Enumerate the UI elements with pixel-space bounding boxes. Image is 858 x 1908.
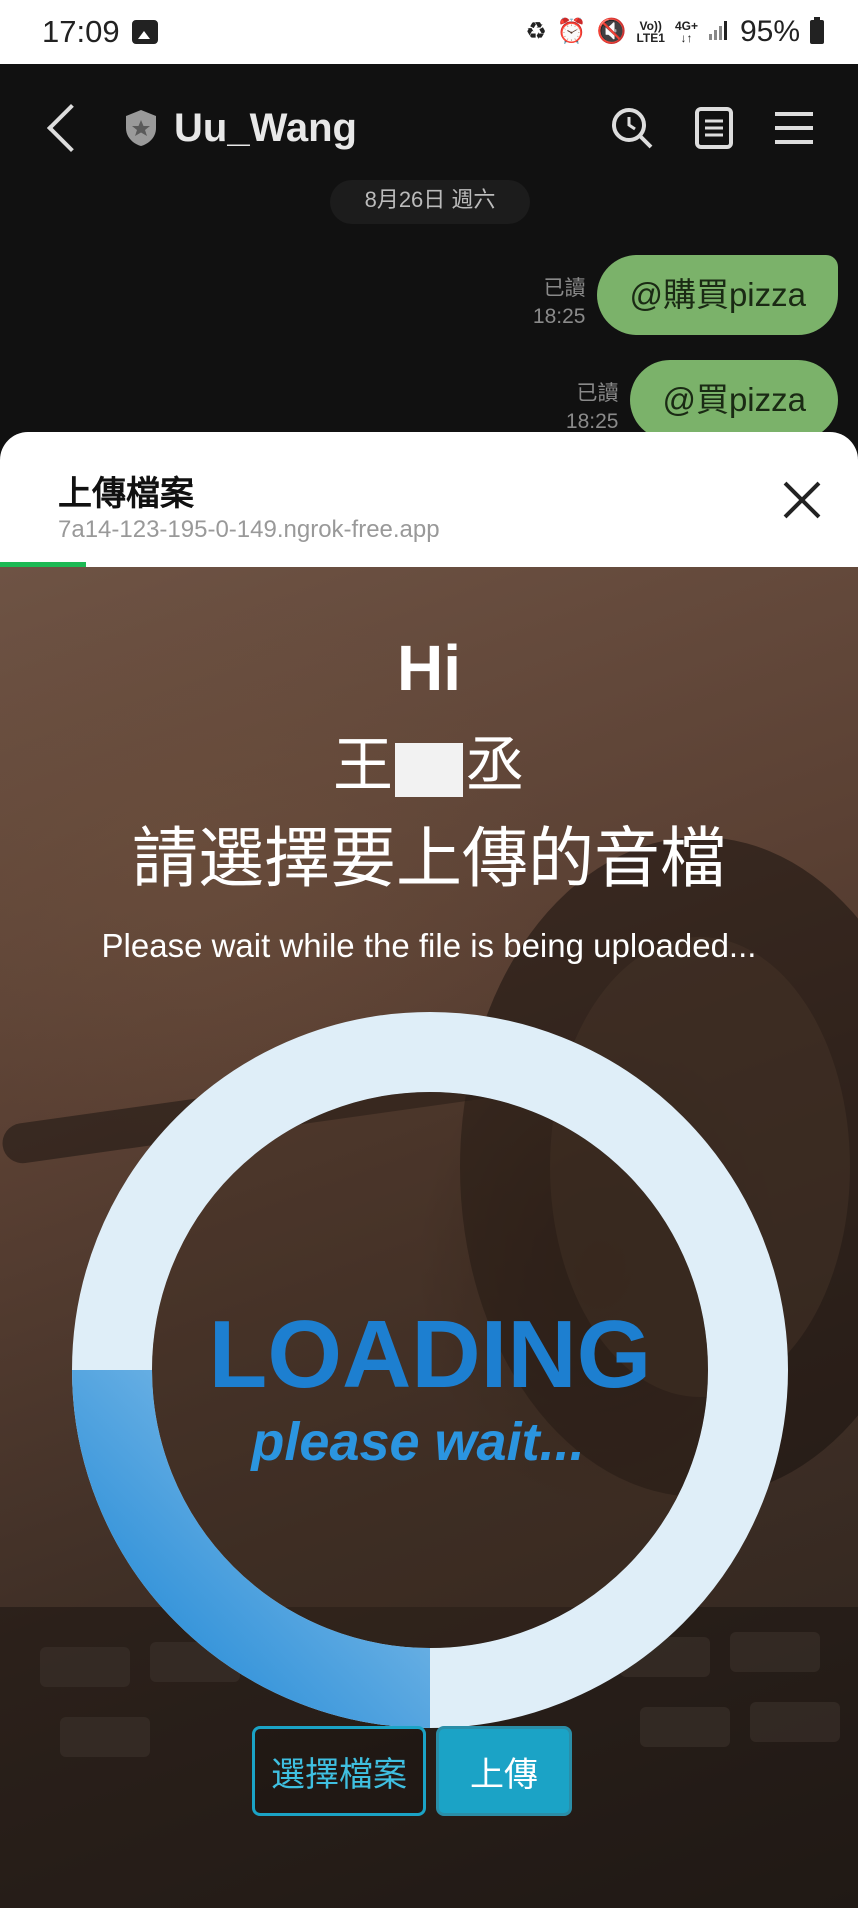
alarm-icon: ⏰ (556, 18, 587, 45)
chat-message: 已讀 18:25 @買pizza (566, 360, 838, 440)
sheet-url: 7a14-123-195-0-149.ngrok-free.app (58, 516, 440, 543)
signal-icon (708, 19, 730, 46)
notes-icon[interactable] (694, 106, 734, 150)
upload-actions: 選擇檔案 上傳 (252, 1726, 572, 1816)
battery-percent: 95% (739, 15, 800, 48)
redaction (395, 743, 463, 798)
image-notification-icon (131, 20, 158, 44)
shield-icon (126, 110, 156, 146)
loading-label: LOADING (209, 1301, 652, 1408)
read-receipt: 已讀 (543, 277, 586, 300)
upload-prompt: 請選擇要上傳的音檔 (132, 821, 726, 895)
status-bar: 17:09 ♻ ⏰ 🔇 Vo)) LTE1 4G+ ↓↑ 95% (0, 0, 858, 64)
chat-message: 已讀 18:25 @購買pizza (533, 255, 838, 335)
close-icon[interactable] (782, 480, 822, 520)
volte-indicator: Vo)) LTE1 (636, 19, 665, 45)
mute-icon: 🔇 (596, 18, 627, 45)
please-wait-label: please wait... (249, 1412, 584, 1472)
status-time: 17:09 (42, 14, 120, 49)
message-bubble[interactable]: @購買pizza (597, 255, 838, 335)
upload-button[interactable]: 上傳 (436, 1726, 572, 1816)
user-name: 王丞 (0, 717, 858, 804)
message-meta: 已讀 18:25 (533, 275, 586, 335)
choose-file-button[interactable]: 選擇檔案 (252, 1726, 426, 1816)
greeting-hi: Hi (397, 632, 461, 704)
message-time: 18:25 (532, 305, 586, 328)
recycle-icon: ♻ (525, 18, 547, 45)
message-meta: 已讀 18:25 (566, 380, 619, 440)
search-icon[interactable] (610, 106, 654, 150)
back-icon[interactable] (46, 103, 96, 153)
menu-icon[interactable] (774, 110, 814, 146)
chat-title: Uu_Wang (174, 105, 357, 150)
network-indicator: 4G+ ↓↑ (674, 19, 698, 45)
chat-header: Uu_Wang (0, 64, 858, 192)
battery-icon (810, 17, 824, 44)
user-name-last: 丞 (465, 732, 525, 799)
message-bubble[interactable]: @買pizza (630, 360, 838, 440)
sheet-title: 上傳檔案 (58, 475, 194, 513)
date-separator: 8月26日 週六 (330, 180, 530, 224)
upload-wait-message: Please wait while the file is being uplo… (101, 927, 757, 964)
user-name-first: 王 (333, 732, 393, 799)
read-receipt: 已讀 (576, 382, 619, 405)
status-icons: ♻ ⏰ 🔇 Vo)) LTE1 4G+ ↓↑ 95% (525, 15, 824, 49)
loading-ring: LOADING please wait... (72, 1012, 788, 1728)
